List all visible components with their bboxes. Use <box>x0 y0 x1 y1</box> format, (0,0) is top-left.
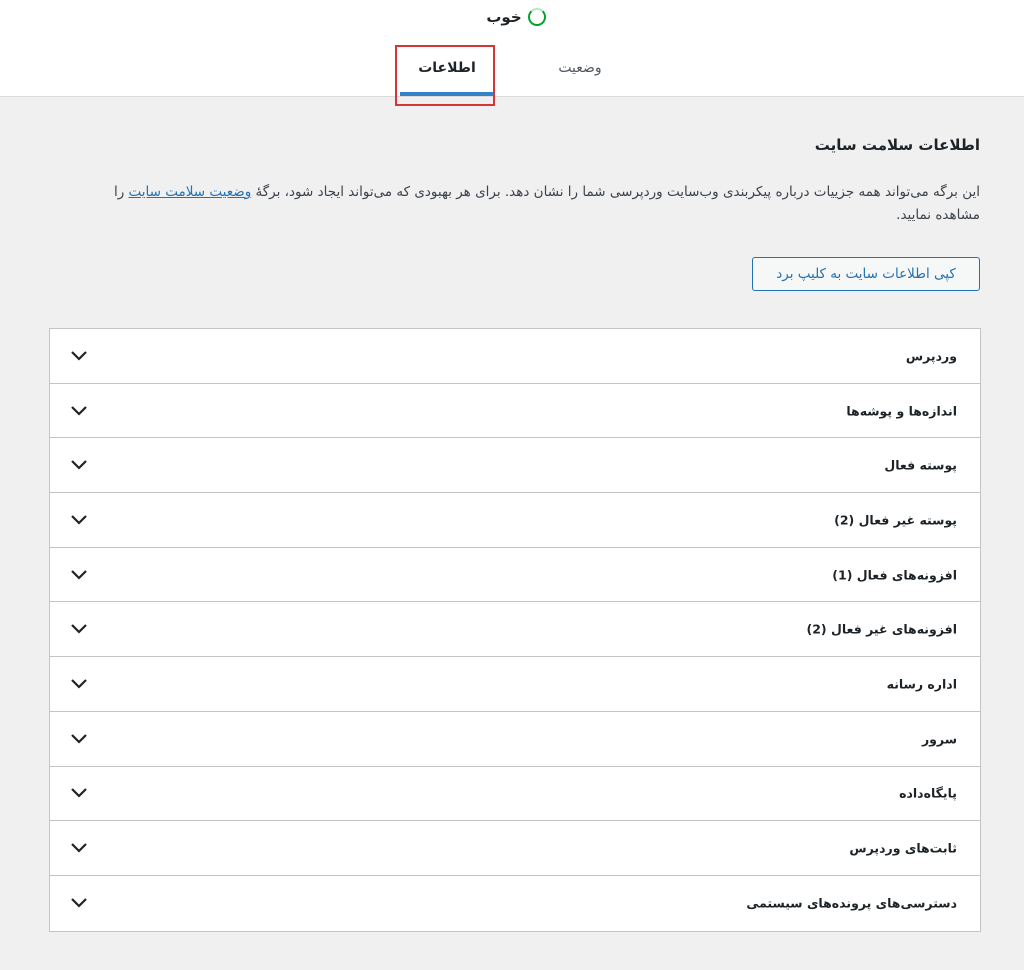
chevron-down-icon[interactable] <box>70 842 88 854</box>
chevron-down-icon[interactable] <box>70 733 88 745</box>
chevron-down-icon[interactable] <box>70 678 88 690</box>
site-info-accordion: وردپرس اندازه‌ها و پوشه‌ها پوسته فعال پوسته… <box>49 328 981 932</box>
accordion-item-label: پوسته فعال <box>884 457 957 473</box>
copy-site-info-button[interactable]: کپی اطلاعات سایت به کلیپ برد <box>752 257 980 291</box>
accordion-item[interactable]: سرور <box>50 712 980 767</box>
accordion-item-label: وردپرس <box>905 348 957 364</box>
accordion-item[interactable]: اندازه‌ها و پوشه‌ها <box>50 384 980 439</box>
accordion-item[interactable]: پوسته فعال <box>50 438 980 494</box>
status-circle-icon <box>527 8 546 26</box>
accordion-item-label: ثابت‌های وردپرس <box>849 840 957 856</box>
accordion-item[interactable]: وردپرس <box>50 329 980 384</box>
accordion-item[interactable]: دسترسی‌های پرونده‌های سیستمی <box>50 876 980 931</box>
accordion-item-label: افزونه‌های غیر فعال (2) <box>806 621 958 637</box>
accordion-item-label: اندازه‌ها و پوشه‌ها <box>846 403 957 419</box>
chevron-down-icon[interactable] <box>70 459 88 471</box>
accordion-item-label: دسترسی‌های پرونده‌های سیستمی <box>746 895 957 911</box>
status-label: خوب <box>486 8 522 26</box>
description-text: این برگه می‌تواند همه جزییات درباره پیکر… <box>251 184 981 200</box>
page-description: این برگه می‌تواند همه جزییات درباره پیکر… <box>66 181 980 227</box>
accordion-item[interactable]: پوسته غیر فعال (2) <box>50 493 980 548</box>
tab-status[interactable]: وضعیت <box>540 50 620 96</box>
chevron-down-icon[interactable] <box>70 350 88 362</box>
site-health-status-link[interactable]: وضعیت سلامت سایت <box>129 184 252 200</box>
chevron-down-icon[interactable] <box>70 787 88 799</box>
accordion-item-label: پایگاه‌داده <box>899 785 957 801</box>
accordion-item[interactable]: اداره رسانه <box>50 657 980 712</box>
accordion-item[interactable]: افزونه‌های غیر فعال (2) <box>50 602 980 658</box>
accordion-item-label: پوسته غیر فعال (2) <box>834 512 957 528</box>
accordion-item-label: اداره رسانه <box>886 676 957 692</box>
accordion-item-label: افزونه‌های فعال (1) <box>832 567 957 583</box>
chevron-down-icon[interactable] <box>70 569 88 581</box>
accordion-item[interactable]: پایگاه‌داده <box>50 767 980 822</box>
page-title: اطلاعات سلامت سایت <box>814 136 980 154</box>
chevron-down-icon[interactable] <box>70 623 88 635</box>
chevron-down-icon[interactable] <box>70 897 88 909</box>
header: خوب اطلاعات وضعیت <box>0 0 1024 106</box>
tab-info[interactable]: اطلاعات <box>400 50 494 96</box>
accordion-item[interactable]: ثابت‌های وردپرس <box>50 821 980 876</box>
accordion-item[interactable]: افزونه‌های فعال (1) <box>50 548 980 603</box>
health-status: خوب <box>0 5 1024 29</box>
accordion-item-label: سرور <box>921 731 957 747</box>
chevron-down-icon[interactable] <box>70 405 88 417</box>
chevron-down-icon[interactable] <box>70 514 88 526</box>
